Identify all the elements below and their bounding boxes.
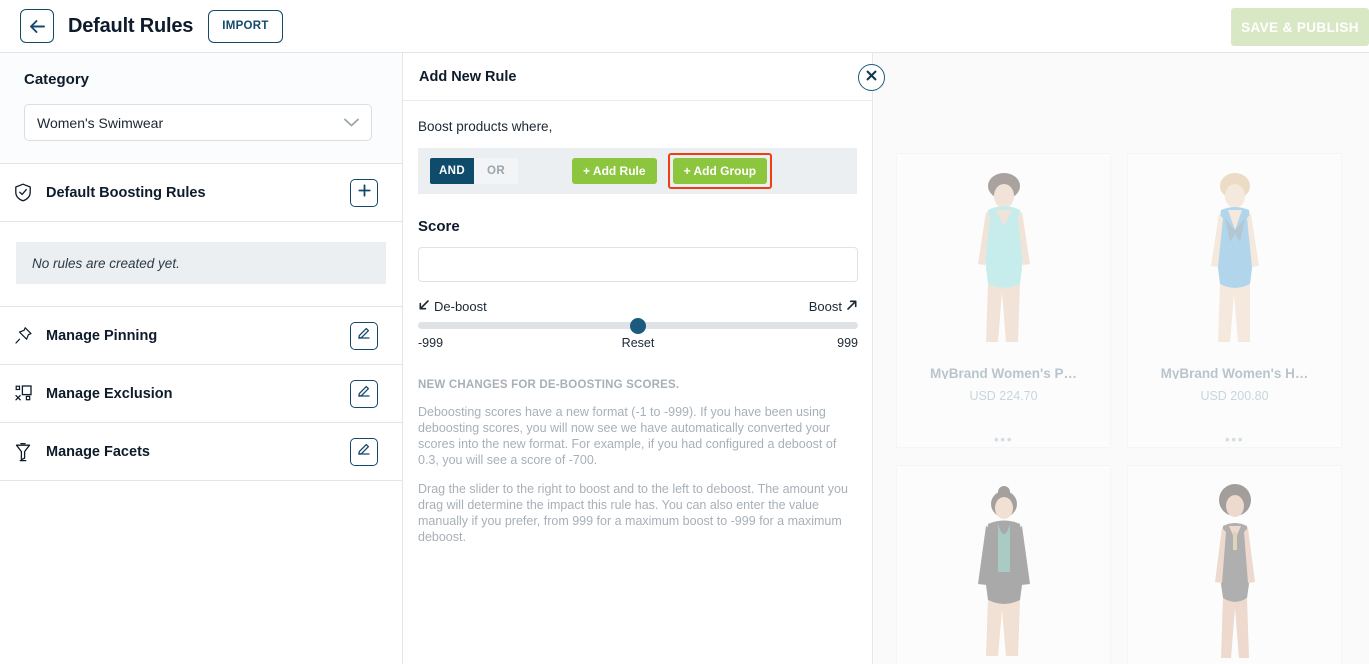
sidebar-item-label: Manage Facets: [46, 443, 150, 460]
product-image: [954, 172, 1054, 352]
panel-body: Boost products where, AND OR + Add Rule …: [403, 101, 872, 545]
sidebar-item-label: Manage Pinning: [46, 327, 158, 344]
sidebar-item-label: Manage Exclusion: [46, 385, 173, 402]
add-group-highlight: + Add Group: [667, 153, 773, 189]
empty-state-message: No rules are created yet.: [16, 242, 386, 284]
category-block: Category Women's Swimwear: [0, 53, 402, 164]
slider-min-label: -999: [418, 336, 444, 350]
slider-scale: -999 Reset 999: [418, 336, 858, 352]
notice-paragraph-2: Drag the slider to the right to boost an…: [418, 482, 848, 544]
pin-icon: [0, 326, 46, 345]
panel-header: Add New Rule: [403, 53, 872, 101]
arrow-left-icon: [29, 19, 46, 34]
product-card[interactable]: [896, 465, 1111, 664]
sidebar-item-manage-pinning[interactable]: Manage Pinning: [0, 307, 402, 365]
score-input[interactable]: [418, 247, 858, 282]
add-rule-plus-button[interactable]: [350, 178, 378, 207]
product-image: [1185, 484, 1285, 664]
score-label: Score: [418, 218, 460, 235]
category-select[interactable]: Women's Swimwear: [24, 104, 372, 141]
operator-and-option[interactable]: AND: [430, 158, 474, 184]
product-price: USD 224.70: [969, 389, 1038, 403]
deboost-arrow-icon: [418, 299, 430, 314]
product-image: [1185, 172, 1285, 352]
edit-manage-facets-button[interactable]: [350, 437, 378, 466]
product-title: MyBrand Women's P…: [930, 366, 1077, 379]
panel-title: Add New Rule: [419, 68, 517, 85]
import-button[interactable]: IMPORT: [208, 9, 283, 43]
back-button[interactable]: [20, 9, 54, 43]
product-grid: MyBrand Women's P… USD 224.70 ••• MyBran…: [896, 153, 1342, 664]
score-slider-track[interactable]: [418, 317, 858, 334]
shield-check-icon: [0, 183, 46, 202]
chevron-down-icon: [344, 114, 359, 132]
sidebar-item-manage-facets[interactable]: Manage Facets: [0, 423, 402, 481]
app-root: Default Rules IMPORT SAVE & PUBLISH Cate…: [0, 0, 1369, 664]
sidebar-item-default-boosting-rules[interactable]: Default Boosting Rules: [0, 164, 402, 222]
edit-pencil-icon: [357, 326, 371, 345]
sidebar-item-manage-exclusion[interactable]: Manage Exclusion: [0, 365, 402, 423]
sidebar-item-label: Default Boosting Rules: [46, 184, 206, 201]
close-icon: [865, 69, 878, 87]
boost-label: Boost: [808, 299, 842, 314]
edit-pencil-icon: [357, 384, 371, 403]
add-rule-button[interactable]: + Add Rule: [572, 158, 657, 184]
boost-arrow-icon: [846, 299, 858, 314]
score-slider-thumb[interactable]: [630, 317, 646, 334]
page-title: Default Rules: [68, 14, 194, 37]
sidebar: Category Women's Swimwear Default Boosti…: [0, 53, 403, 664]
slider-max-label: 999: [837, 336, 858, 350]
boost-products-label: Boost products where,: [418, 119, 553, 134]
category-label: Category: [24, 71, 90, 88]
notice-paragraph-1: Deboosting scores have a new format (-1 …: [418, 405, 837, 467]
add-new-rule-panel: Add New Rule Boost products where, AND O…: [403, 53, 873, 664]
deboost-label: De-boost: [434, 299, 487, 314]
product-title: MyBrand Women's H…: [1160, 366, 1309, 379]
product-image: [954, 484, 1054, 664]
product-menu-button[interactable]: •••: [1225, 431, 1244, 447]
slider-header: De-boost Boost: [418, 299, 858, 314]
add-group-button[interactable]: + Add Group: [672, 158, 768, 184]
close-panel-button[interactable]: [858, 64, 885, 91]
funnel-icon: [0, 442, 46, 462]
product-card[interactable]: [1127, 465, 1342, 664]
product-price: USD 200.80: [1200, 389, 1269, 403]
edit-pencil-icon: [357, 442, 371, 461]
edit-manage-exclusion-button[interactable]: [350, 379, 378, 408]
notice-title: NEW CHANGES FOR DE-BOOSTING SCORES.: [418, 379, 680, 391]
slider-reset-button[interactable]: Reset: [622, 336, 655, 350]
product-preview-area: MyBrand Women's P… USD 224.70 ••• MyBran…: [874, 53, 1369, 664]
product-card[interactable]: MyBrand Women's H… USD 200.80 •••: [1127, 153, 1342, 448]
product-menu-button[interactable]: •••: [994, 431, 1013, 447]
save-and-publish-button[interactable]: SAVE & PUBLISH: [1231, 8, 1369, 46]
plus-icon: [357, 183, 371, 202]
category-selected-value: Women's Swimwear: [37, 114, 164, 131]
edit-manage-pinning-button[interactable]: [350, 321, 378, 350]
empty-state-wrap: No rules are created yet.: [0, 242, 402, 307]
operator-or-option[interactable]: OR: [474, 158, 518, 184]
rule-builder-bar: AND OR + Add Rule + Add Group: [418, 148, 857, 194]
and-or-toggle[interactable]: AND OR: [430, 158, 518, 184]
product-card[interactable]: MyBrand Women's P… USD 224.70 •••: [896, 153, 1111, 448]
top-bar: Default Rules IMPORT SAVE & PUBLISH: [0, 0, 1369, 53]
exclusion-icon: [0, 384, 46, 403]
